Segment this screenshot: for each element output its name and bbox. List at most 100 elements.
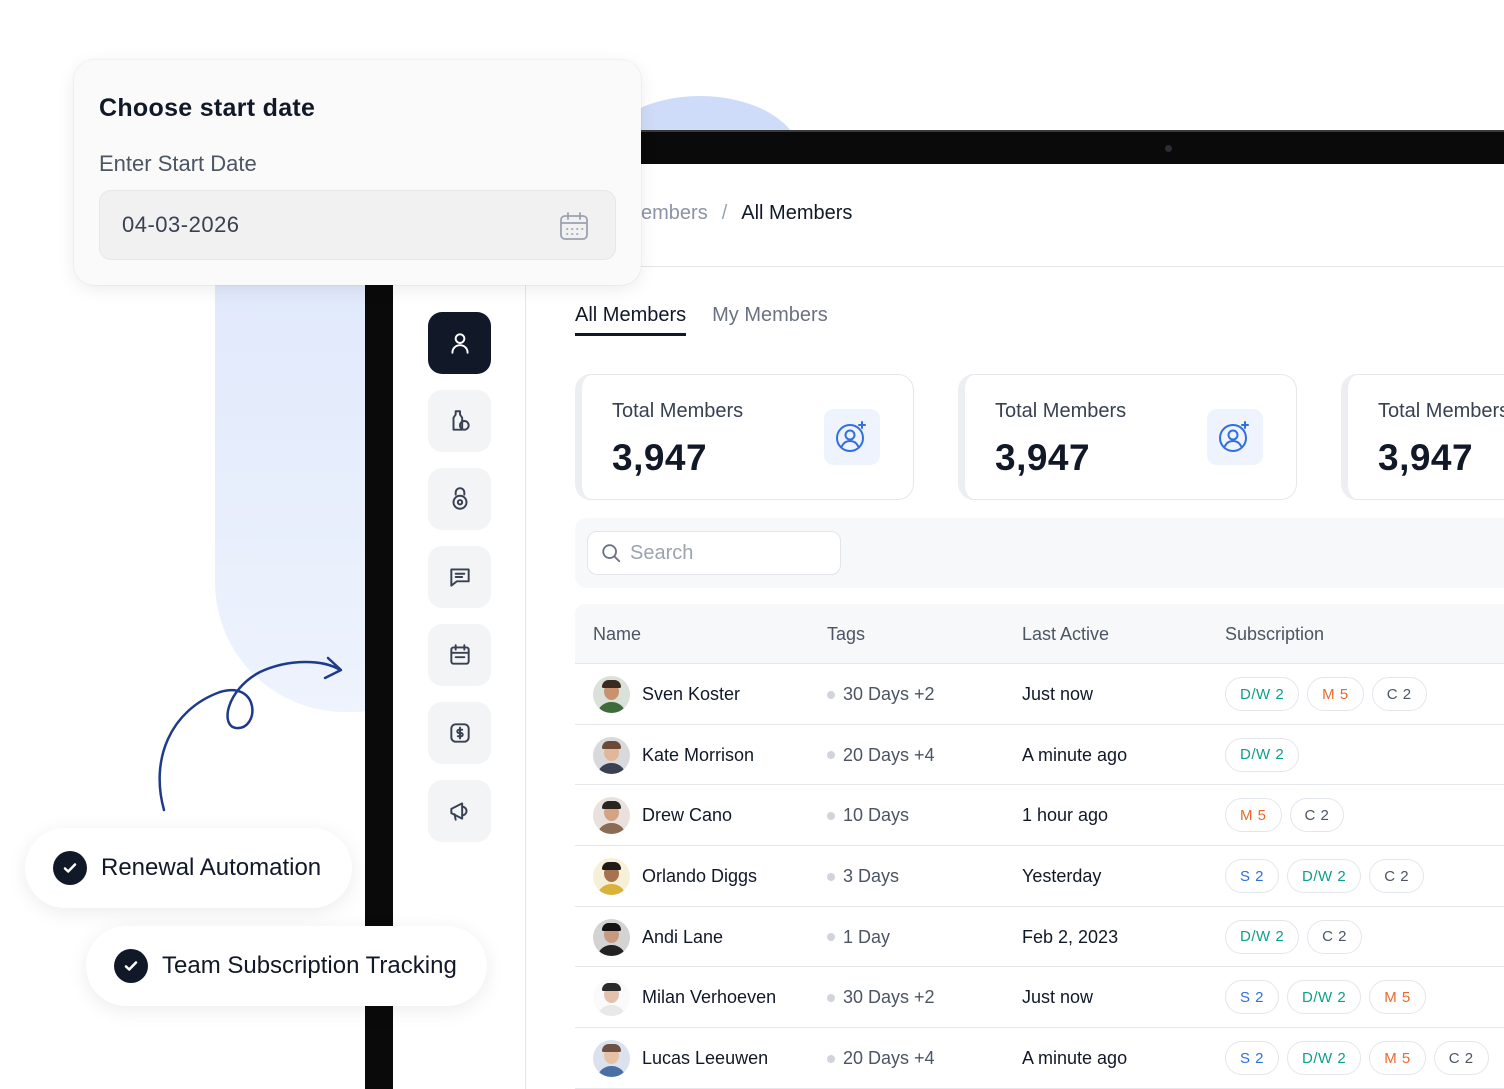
tag-text: 20 Days +4 (843, 744, 935, 765)
table-row[interactable]: Lucas Leeuwen 20 Days +4 A minute ago S 2 D/… (575, 1028, 1504, 1089)
last-active-cell: A minute ago (1022, 1048, 1128, 1069)
sidebar-item-supplements[interactable] (428, 390, 491, 452)
member-name[interactable]: Orlando Diggs (642, 866, 757, 887)
avatar[interactable] (593, 858, 630, 896)
calendar-icon[interactable] (557, 209, 591, 243)
tag-dot-icon (827, 872, 835, 881)
breadcrumb: embers / All Members (641, 202, 852, 225)
search-icon (602, 544, 621, 563)
check-icon (53, 851, 87, 885)
subscription-badge: D/W 2 (1225, 677, 1300, 711)
table-row[interactable]: Sven Koster 30 Days +2 Just now D/W 2M 5C 2 (575, 664, 1504, 725)
column-header-name[interactable]: Name (593, 624, 641, 645)
avatar[interactable] (593, 918, 630, 956)
member-name-cell: Drew Cano (593, 797, 732, 835)
search-input[interactable] (630, 541, 820, 565)
last-active-cell: Yesterday (1022, 866, 1102, 887)
subscription-badge: M 5 (1369, 980, 1426, 1015)
sidebar-item-members[interactable] (428, 312, 491, 374)
subscription-badge: C 2 (1371, 677, 1427, 711)
subscription-badge: S 2 (1225, 1041, 1280, 1076)
member-name-cell: Kate Morrison (593, 736, 754, 774)
sidebar-item-billing[interactable] (428, 702, 491, 764)
member-name[interactable]: Andi Lane (642, 927, 723, 948)
feature-label: Renewal Automation (101, 854, 322, 881)
member-name[interactable]: Milan Verhoeven (642, 987, 776, 1008)
sidebar-nav (428, 312, 491, 842)
table-row[interactable]: Drew Cano 10 Days 1 hour ago M 5C 2 (575, 785, 1504, 847)
subscription-badge: M 5 (1307, 677, 1364, 711)
avatar[interactable] (593, 736, 630, 774)
app-screen: embers / All Members All Members My Memb… (393, 164, 1504, 1089)
subscription-badge: M 5 (1225, 798, 1282, 833)
members-sparkle-icon (824, 409, 880, 465)
tab-my-members[interactable]: My Members (712, 304, 828, 336)
stat-card-value: 3,947 (612, 437, 708, 478)
tag-dot-icon (827, 993, 835, 1002)
date-picker-card: Choose start date Enter Start Date 04-03… (74, 60, 641, 285)
avatar[interactable] (593, 676, 630, 713)
column-header-tags[interactable]: Tags (827, 624, 865, 645)
subscription-cell: S 2 D/W 2C 2 (1225, 859, 1425, 894)
member-name[interactable]: Kate Morrison (642, 745, 754, 766)
member-name-cell: Lucas Leeuwen (593, 1040, 768, 1078)
start-date-field[interactable]: 04-03-2026 (99, 190, 616, 260)
members-table: Name Tags Last Active Subscription Sven … (575, 604, 1504, 1089)
sidebar-item-messages[interactable] (428, 546, 491, 608)
sidebar-item-calendar[interactable] (428, 624, 491, 686)
subscription-badge: M 5 (1369, 1041, 1426, 1076)
device-camera (1165, 145, 1172, 152)
curly-arrow-doodle (150, 650, 360, 820)
subscription-badge: S 2 (1225, 859, 1280, 894)
sidebar-divider (525, 267, 526, 1089)
table-row[interactable]: Milan Verhoeven 30 Days +2 Just now S 2 D/W … (575, 967, 1504, 1029)
table-row[interactable]: Kate Morrison 20 Days +4 A minute ago D/W 2 (575, 725, 1504, 786)
subscription-badge: C 2 (1433, 1041, 1489, 1076)
member-name-cell: Milan Verhoeven (593, 979, 776, 1017)
column-header-subscription[interactable]: Subscription (1225, 624, 1324, 645)
start-date-value: 04-03-2026 (122, 212, 240, 237)
tags-cell: 30 Days +2 (827, 684, 935, 705)
feature-label: Team Subscription Tracking (162, 952, 457, 979)
tags-cell: 20 Days +4 (827, 745, 935, 766)
subscription-cell: M 5C 2 (1225, 798, 1345, 833)
sidebar-item-marketing[interactable] (428, 780, 491, 842)
breadcrumb-current: All Members (741, 202, 853, 224)
breadcrumb-separator: / (721, 202, 728, 224)
column-header-last-active[interactable]: Last Active (1022, 624, 1109, 645)
sidebar-item-workouts[interactable] (428, 468, 491, 530)
table-row[interactable]: Orlando Diggs 3 Days Yesterday S 2 D/W 2C 2 (575, 846, 1504, 907)
subscription-badge: D/W 2 (1225, 919, 1300, 954)
avatar[interactable] (593, 1040, 630, 1078)
subscription-cell: D/W 2M 5C 2 (1225, 677, 1427, 711)
breadcrumb-parent-link[interactable]: embers (641, 202, 708, 225)
tag-dot-icon (827, 751, 835, 760)
last-active-cell: Just now (1022, 987, 1094, 1008)
subscription-cell: D/W 2 (1225, 737, 1300, 772)
date-picker-title: Choose start date (99, 94, 316, 122)
subscription-badge: D/W 2 (1287, 859, 1362, 894)
bottles-icon (452, 410, 470, 431)
member-name[interactable]: Drew Cano (642, 805, 732, 826)
subscription-badge: C 2 (1369, 859, 1425, 894)
kettlebell-icon (452, 487, 467, 510)
avatar[interactable] (593, 979, 630, 1017)
last-active-cell: Feb 2, 2023 (1022, 926, 1119, 947)
tag-text: 30 Days +2 (843, 684, 935, 704)
tab-all-members[interactable]: All Members (575, 304, 687, 336)
member-name[interactable]: Lucas Leeuwen (642, 1048, 768, 1069)
tag-text: 20 Days +4 (843, 1048, 935, 1069)
tag-text: 30 Days +2 (843, 987, 935, 1008)
avatar[interactable] (593, 797, 630, 835)
calendar-icon (449, 644, 470, 665)
member-name[interactable]: Sven Koster (642, 684, 740, 705)
table-body: Sven Koster 30 Days +2 Just now D/W 2M 5C 2… (575, 664, 1504, 1089)
header-divider (526, 266, 1504, 267)
stat-card: Total Members 3,947 (958, 374, 1297, 500)
table-row[interactable]: Andi Lane 1 Day Feb 2, 2023 D/W 2C 2 (575, 907, 1504, 968)
member-name-cell: Sven Koster (593, 676, 740, 713)
search-box[interactable] (587, 531, 841, 575)
members-sparkle-icon (1207, 409, 1263, 465)
tag-text: 3 Days (843, 866, 900, 887)
stat-card-title: Total Members (612, 400, 744, 422)
